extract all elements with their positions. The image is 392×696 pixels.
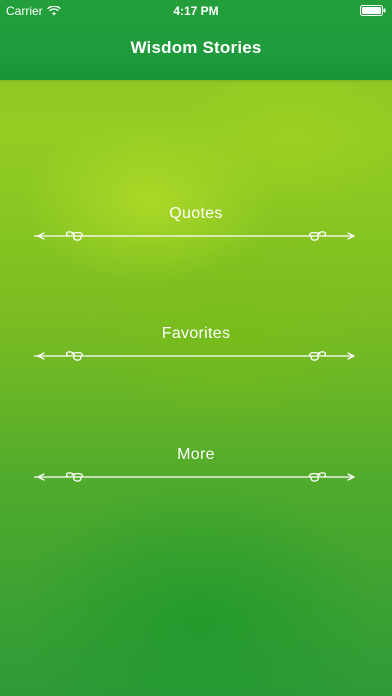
battery-icon xyxy=(360,5,386,16)
app-screen: Carrier 4:17 PM Wisdom Stories Quotes Fa… xyxy=(0,0,392,696)
page-title: Wisdom Stories xyxy=(130,38,262,57)
navigation-bar: Carrier 4:17 PM Wisdom Stories xyxy=(0,0,392,80)
menu-item-more[interactable]: More xyxy=(0,446,392,506)
menu-item-label: More xyxy=(177,446,215,463)
menu-item-label: Quotes xyxy=(169,205,223,222)
menu-item-favorites[interactable]: Favorites xyxy=(0,325,392,385)
menu-item-quotes[interactable]: Quotes xyxy=(0,205,392,265)
ornamental-divider-icon xyxy=(34,231,355,241)
ornamental-divider-icon xyxy=(34,351,355,361)
status-bar: Carrier 4:17 PM xyxy=(0,0,392,22)
status-time: 4:17 PM xyxy=(173,4,219,18)
ornamental-divider-icon xyxy=(34,472,355,482)
menu-item-label: Favorites xyxy=(161,325,231,342)
